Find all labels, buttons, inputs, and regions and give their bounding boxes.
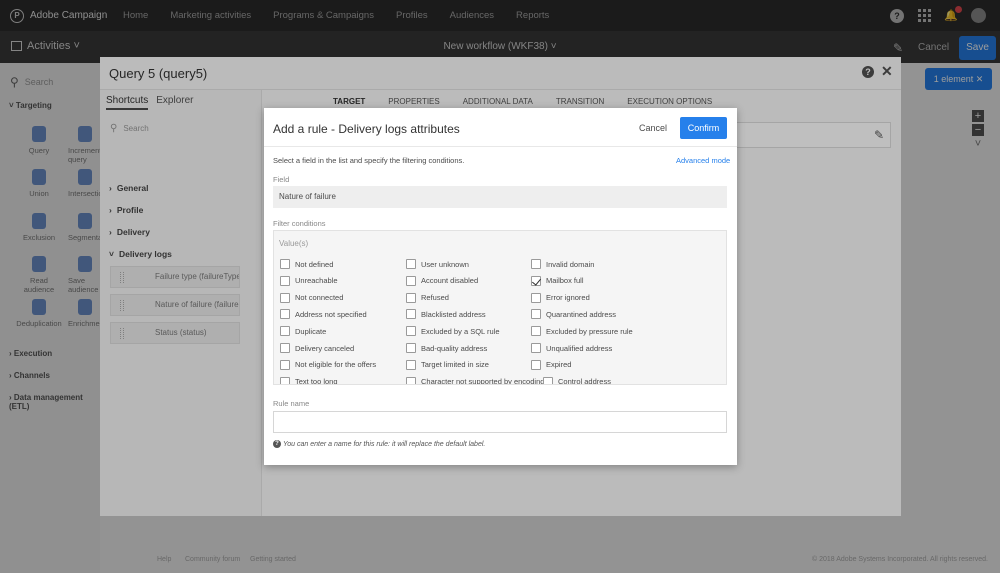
checkbox-box[interactable] <box>280 326 290 337</box>
checkbox-box[interactable] <box>531 259 541 269</box>
checkbox-box[interactable] <box>406 326 416 337</box>
checkbox-label: Unqualified address <box>546 343 613 353</box>
value-checkbox[interactable]: Control address <box>543 376 611 385</box>
rule-name-label: Rule name <box>273 399 310 408</box>
checkbox-label: Duplicate <box>295 326 327 336</box>
checkbox-box[interactable] <box>406 343 416 353</box>
checkbox-label: Excluded by pressure rule <box>546 326 633 336</box>
value-checkbox[interactable]: Unreachable <box>280 275 338 286</box>
checkbox-box[interactable] <box>531 309 541 320</box>
value-checkbox[interactable]: Refused <box>406 292 449 303</box>
checkbox-label: Error ignored <box>546 293 590 303</box>
checkbox-box[interactable] <box>406 376 416 384</box>
value-checkbox[interactable]: Target limited in size <box>406 359 489 370</box>
checkbox-box[interactable] <box>280 275 290 286</box>
value-checkbox[interactable]: Delivery canceled <box>280 343 354 353</box>
checkbox-box[interactable] <box>531 326 541 337</box>
field-label: Field <box>273 175 290 184</box>
value-checkbox[interactable]: Unqualified address <box>531 343 612 353</box>
checkbox-label: Mailbox full <box>546 276 584 286</box>
checkbox-box[interactable] <box>280 376 290 384</box>
checkbox-label: User unknown <box>421 259 469 269</box>
checkbox-box[interactable] <box>280 309 290 320</box>
checkbox-box[interactable] <box>531 359 541 370</box>
value-checkbox[interactable]: Duplicate <box>280 326 327 337</box>
add-rule-dialog: Add a rule - Delivery logs attributes Ca… <box>264 108 737 465</box>
checkbox-box[interactable] <box>406 292 416 303</box>
checkbox-label: Character not supported by encoding <box>421 377 545 385</box>
checkbox-label: Expired <box>546 360 572 370</box>
checkbox-box[interactable] <box>543 376 553 384</box>
checkbox-label: Invalid domain <box>546 259 595 269</box>
checkbox-box[interactable] <box>406 359 416 370</box>
value-checkbox[interactable]: Account disabled <box>406 275 479 286</box>
value-checkbox[interactable]: Text too long <box>280 376 338 385</box>
dialog-instruction: Select a field in the list and specify t… <box>273 156 465 165</box>
checkbox-label: Blacklisted address <box>421 309 486 319</box>
checkbox-box[interactable] <box>406 275 416 286</box>
filter-conditions-box: Value(s) Not defined Unreachable Not conne… <box>273 230 727 385</box>
value-checkbox[interactable]: Bad-quality address <box>406 343 487 353</box>
value-checkbox[interactable]: Invalid domain <box>531 259 594 269</box>
value-checkbox[interactable]: Excluded by a SQL rule <box>406 326 500 337</box>
value-checkbox[interactable]: Address not specified <box>280 309 367 320</box>
checkbox-label: Target limited in size <box>421 360 489 370</box>
checkbox-label: Bad-quality address <box>421 343 488 353</box>
value-checkbox[interactable]: Mailbox full <box>531 275 584 286</box>
dialog-cancel-button[interactable]: Cancel <box>639 123 667 133</box>
value-checkbox[interactable]: Blacklisted address <box>406 309 486 320</box>
checkbox-box[interactable] <box>280 259 290 269</box>
value-checkbox[interactable]: Not eligible for the offers <box>280 359 377 370</box>
advanced-mode-link[interactable]: Advanced mode <box>676 156 730 165</box>
checkbox-label: Not defined <box>295 259 334 269</box>
field-value-display: Nature of failure <box>273 186 727 208</box>
value-checkbox[interactable]: Excluded by pressure rule <box>531 326 633 337</box>
checkbox-box[interactable] <box>531 275 541 286</box>
checkbox-label: Unreachable <box>295 276 338 286</box>
checkbox-label: Delivery canceled <box>295 343 355 353</box>
value-checkbox[interactable]: Expired <box>531 359 572 370</box>
checkbox-label: Not connected <box>295 293 344 303</box>
dialog-confirm-button[interactable]: Confirm <box>680 117 727 139</box>
value-checkbox[interactable]: Not connected <box>280 292 344 303</box>
value-checkbox[interactable]: Character not supported by encoding <box>406 376 545 385</box>
checkbox-box[interactable] <box>280 292 290 303</box>
question-icon: ? <box>273 440 281 448</box>
rule-name-hint: ? You can enter a name for this rule: it … <box>273 440 485 448</box>
value-checkbox[interactable]: Not defined <box>280 259 333 269</box>
divider <box>264 146 737 147</box>
dialog-title: Add a rule - Delivery logs attributes <box>273 122 460 136</box>
checkbox-label: Refused <box>421 293 449 303</box>
checkbox-label: Control address <box>558 377 611 385</box>
value-checkbox[interactable]: User unknown <box>406 259 469 269</box>
checkbox-box[interactable] <box>406 259 416 269</box>
checkbox-label: Quarantined address <box>546 309 617 319</box>
checkbox-label: Text too long <box>295 377 338 385</box>
filter-conditions-label: Filter conditions <box>273 219 326 228</box>
checkbox-box[interactable] <box>280 343 290 353</box>
checkbox-box[interactable] <box>531 292 541 303</box>
checkbox-label: Not eligible for the offers <box>295 360 377 370</box>
value-checkbox[interactable]: Quarantined address <box>531 309 617 320</box>
rule-name-input[interactable] <box>273 411 727 433</box>
checkbox-label: Address not specified <box>295 309 367 319</box>
checkbox-box[interactable] <box>531 343 541 353</box>
value-checkbox[interactable]: Error ignored <box>531 292 590 303</box>
checkbox-box[interactable] <box>406 309 416 320</box>
values-label: Value(s) <box>279 239 309 248</box>
checkbox-label: Excluded by a SQL rule <box>421 326 500 336</box>
checkbox-label: Account disabled <box>421 276 479 286</box>
checkbox-box[interactable] <box>280 359 290 370</box>
